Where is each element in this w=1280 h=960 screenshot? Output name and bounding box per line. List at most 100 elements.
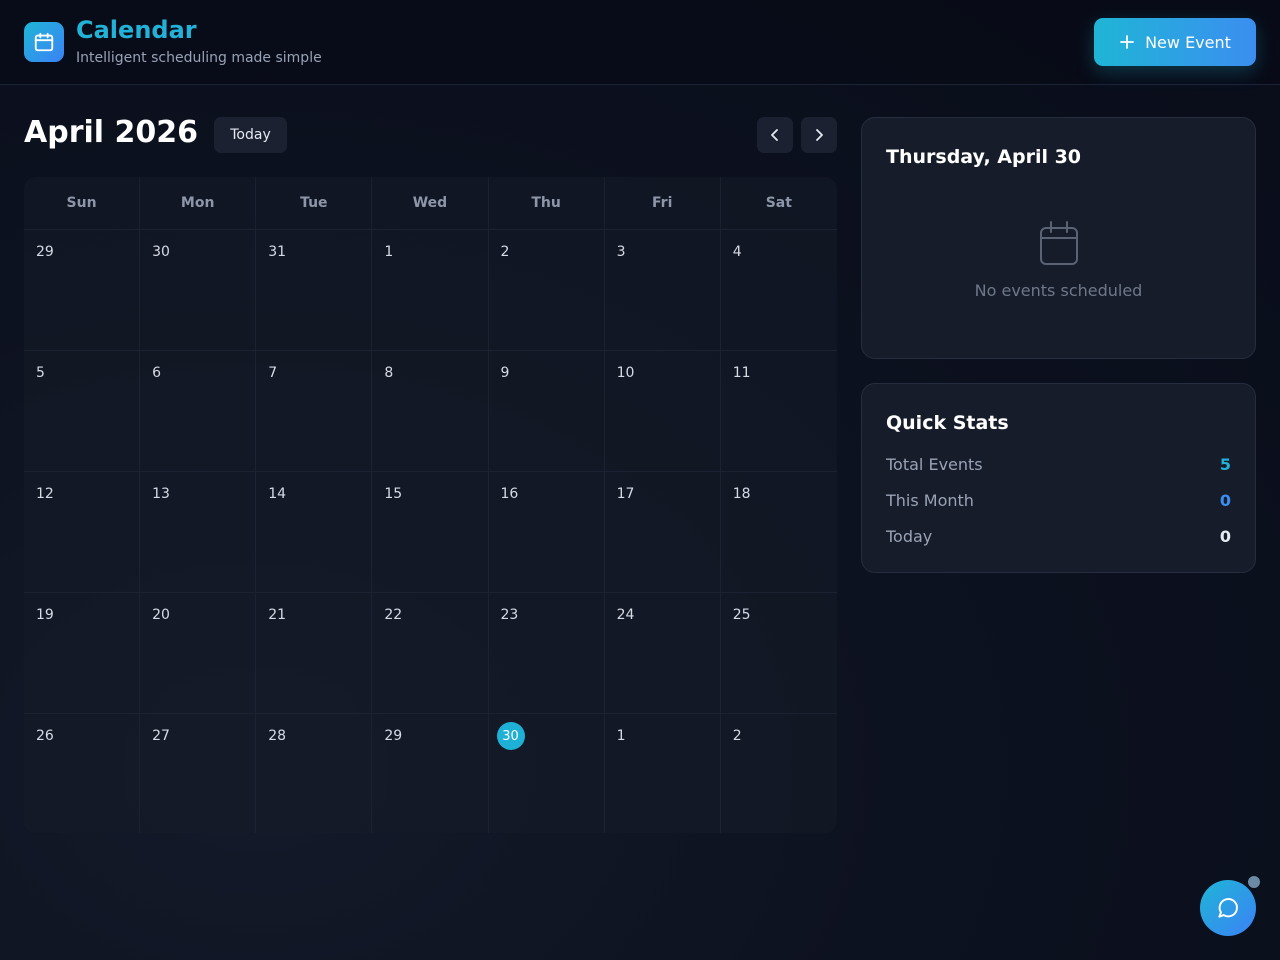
weekday-label: Wed <box>372 177 489 229</box>
day-number: 8 <box>384 365 394 381</box>
day-number: 10 <box>616 365 635 381</box>
stat-row-this-month: This Month 0 <box>886 488 1231 512</box>
weekday-label: Thu <box>489 177 605 229</box>
stat-row-today: Today 0 <box>886 524 1231 548</box>
calendar-day-cell[interactable]: 2 <box>489 230 605 351</box>
calendar-day-cell[interactable]: 14 <box>256 472 373 593</box>
day-number: 11 <box>732 365 751 381</box>
calendar-day-cell[interactable]: 7 <box>256 351 373 472</box>
day-number: 1 <box>616 728 626 744</box>
day-number: 2 <box>732 728 742 744</box>
stat-label: Total Events <box>886 454 983 474</box>
calendar-day-cell[interactable]: 25 <box>721 593 837 714</box>
stat-value: 0 <box>1219 490 1231 510</box>
stat-value: 0 <box>1219 526 1231 546</box>
calendar-day-cell[interactable]: 29 <box>24 230 141 351</box>
day-number: 24 <box>616 607 635 623</box>
chat-bubble-icon <box>1218 898 1238 918</box>
day-number: 26 <box>36 728 54 744</box>
day-number: 30 <box>152 244 170 260</box>
empty-state-text: No events scheduled <box>974 281 1143 300</box>
chat-button[interactable] <box>1200 880 1256 936</box>
day-number: 23 <box>500 607 519 623</box>
stat-row-total-events: Total Events 5 <box>886 452 1231 476</box>
weekday-label: Sun <box>24 177 141 229</box>
app-title: Calendar <box>76 16 197 44</box>
day-number: 28 <box>268 728 287 744</box>
day-number: 22 <box>384 607 403 623</box>
calendar-day-cell[interactable]: 27 <box>140 714 257 833</box>
new-event-label: New Event <box>1145 32 1231 52</box>
calendar-day-cell[interactable]: 6 <box>140 351 257 472</box>
calendar-day-cell[interactable]: 17 <box>605 472 721 593</box>
calendar-day-cell[interactable]: 16 <box>489 472 605 593</box>
calendar-day-cell[interactable]: 20 <box>140 593 257 714</box>
calendar-day-cell[interactable]: 8 <box>372 351 489 472</box>
day-number: 6 <box>152 365 162 381</box>
day-number: 19 <box>36 607 54 623</box>
day-number: 13 <box>152 486 170 502</box>
calendar-day-cell[interactable]: 30 <box>140 230 257 351</box>
day-number: 27 <box>152 728 170 744</box>
calendar-day-cell[interactable]: 10 <box>605 351 721 472</box>
app-logo <box>24 22 64 62</box>
day-number: 9 <box>500 365 510 381</box>
calendar-day-cell-today[interactable]: 30 <box>489 714 605 833</box>
calendar-day-cell[interactable]: 29 <box>372 714 489 833</box>
calendar-grid: Sun Mon Tue Wed Thu Fri Sat 29 30 31 1 2 3 4 5 6… <box>24 177 837 833</box>
calendar-day-cell[interactable]: 18 <box>721 472 837 593</box>
chevron-right-icon <box>816 129 823 141</box>
selected-day-title: Thursday, April 30 <box>886 146 1082 168</box>
calendar-week-row: 19 20 21 22 23 24 25 <box>24 592 837 714</box>
calendar-day-cell[interactable]: 28 <box>256 714 373 833</box>
calendar-weeks: 29 30 31 1 2 3 4 5 6 7 8 9 10 11 12 13 14 15 16 17 18 19 20 21 2… <box>24 229 837 833</box>
calendar-day-cell[interactable]: 22 <box>372 593 489 714</box>
calendar-day-cell[interactable]: 1 <box>372 230 489 351</box>
calendar-day-cell[interactable]: 19 <box>24 593 141 714</box>
day-number: 4 <box>732 244 742 260</box>
calendar-day-cell[interactable]: 4 <box>721 230 837 351</box>
day-number: 25 <box>732 607 751 623</box>
calendar-week-row: 26 27 28 29 30 1 2 <box>24 713 837 833</box>
day-number: 7 <box>268 365 278 381</box>
day-number: 17 <box>616 486 635 502</box>
previous-month-button[interactable] <box>757 117 793 153</box>
day-number: 15 <box>384 486 403 502</box>
weekday-label: Sat <box>765 195 792 211</box>
day-number: 12 <box>36 486 54 502</box>
stat-value: 5 <box>1219 454 1231 474</box>
calendar-day-cell[interactable]: 13 <box>140 472 257 593</box>
day-number: 21 <box>268 607 287 623</box>
empty-calendar-icon <box>1040 221 1078 265</box>
calendar-day-cell[interactable]: 3 <box>605 230 721 351</box>
quick-stats-panel: Quick Stats Total Events 5 This Month 0 … <box>861 383 1256 573</box>
calendar-day-cell[interactable]: 15 <box>372 472 489 593</box>
calendar-week-row: 5 6 7 8 9 10 11 <box>24 350 837 472</box>
calendar-day-cell[interactable]: 9 <box>489 351 605 472</box>
weekday-header: Sun Mon Tue Wed Thu Fri Sat <box>24 177 837 229</box>
calendar-day-cell[interactable]: 5 <box>24 351 141 472</box>
day-number: 31 <box>268 244 287 260</box>
calendar-day-cell[interactable]: 12 <box>24 472 141 593</box>
calendar-app: Calendar Intelligent scheduling made sim… <box>0 0 1280 960</box>
calendar-day-cell[interactable]: 11 <box>721 351 837 472</box>
calendar-day-cell[interactable]: 24 <box>605 593 721 714</box>
calendar-day-cell[interactable]: 1 <box>605 714 721 833</box>
today-button[interactable]: Today <box>214 117 287 153</box>
new-event-button[interactable]: New Event <box>1094 18 1256 66</box>
next-month-button[interactable] <box>801 117 837 153</box>
calendar-day-cell[interactable]: 21 <box>256 593 373 714</box>
calendar-day-cell[interactable]: 31 <box>256 230 373 351</box>
day-number: 3 <box>616 244 626 260</box>
calendar-day-cell[interactable]: 23 <box>489 593 605 714</box>
chat-notification-dot <box>1248 876 1260 888</box>
calendar-day-cell[interactable]: 26 <box>24 714 141 833</box>
calendar-day-cell[interactable]: 2 <box>721 714 837 833</box>
app-header: Calendar Intelligent scheduling made sim… <box>0 0 1280 85</box>
calendar-week-row: 29 30 31 1 2 3 4 <box>24 229 837 351</box>
chevron-left-icon <box>771 129 778 141</box>
day-number: 5 <box>36 365 45 381</box>
day-number: 2 <box>500 244 510 260</box>
plus-icon <box>1120 35 1134 49</box>
month-title: April 2026 <box>24 115 198 150</box>
